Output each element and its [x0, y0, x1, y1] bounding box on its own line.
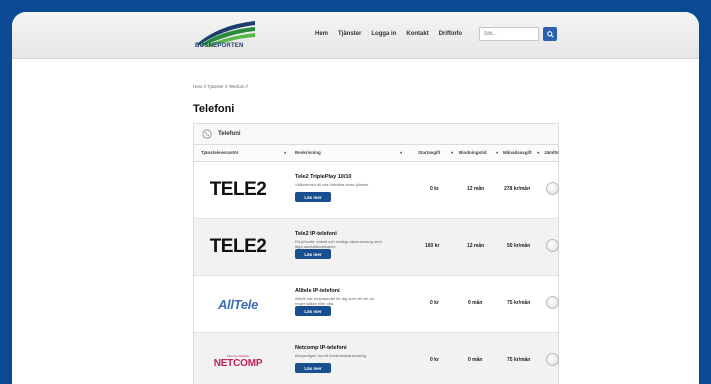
nav-status[interactable]: Driftinfo	[439, 31, 462, 37]
table-row: AllTele Alltele IP-telefoni Alltele har …	[194, 276, 559, 333]
nav-home[interactable]: Hem	[315, 31, 328, 37]
start-fee: 0 kr	[430, 186, 439, 192]
binding-time: 12 mån	[467, 243, 485, 249]
compare-radio[interactable]	[546, 182, 559, 195]
col-binding[interactable]: Bindningstid	[459, 150, 487, 155]
col-compare[interactable]: Jämför	[544, 150, 559, 155]
sort-icon[interactable]: ♦	[284, 150, 286, 155]
main-nav: Hem Tjänster Logga in Kontakt Driftinfo	[315, 31, 472, 37]
product-description: Välkommen till oss förbättra stora tjäns…	[295, 182, 369, 187]
monthly-fee: 278 kr/mån	[504, 186, 531, 192]
panel-title: Telefoni	[218, 131, 241, 137]
monthly-fee: 75 kr/mån	[507, 300, 531, 306]
nav-services[interactable]: Tjänster	[338, 31, 361, 37]
col-description[interactable]: Beskrivning	[295, 150, 321, 155]
sort-icon[interactable]: ♦	[537, 150, 539, 155]
page-title: Telefoni	[193, 103, 235, 115]
compare-radio[interactable]	[546, 239, 559, 252]
phone-icon	[202, 129, 212, 139]
sort-icon[interactable]: ♦	[496, 150, 498, 155]
table-row: TELE2 Tele2 IP-telefoni Ett prisvärt, en…	[194, 219, 559, 276]
start-fee: 0 kr	[430, 300, 439, 306]
read-more-button[interactable]: Läs mer	[295, 249, 331, 259]
netcomp-logo-text: NETCOMP	[213, 357, 263, 369]
read-more-button[interactable]: Läs mer	[295, 306, 331, 316]
breadcrumb[interactable]: Hem // Tjänster // Telefoni //	[193, 84, 248, 89]
tele2-logo-text: TELE2	[209, 236, 267, 257]
binding-time: 0 mån	[468, 357, 483, 363]
telefoni-panel: Telefoni Tjänsteleverantör ♦ Beskrivning…	[193, 123, 559, 384]
provider-logo[interactable]: Fiber av Alltäcke NETCOMP	[194, 333, 282, 384]
table-body: TELE2 Tele2 TriplePlay 10/10 Välkommen t…	[194, 162, 559, 384]
monthly-fee: 75 kr/mån	[507, 357, 531, 363]
product-description: Alltele har erbjudandet för dig som vill…	[295, 296, 374, 306]
product-title: Tele2 TriplePlay 10/10	[295, 174, 352, 180]
provider-logo[interactable]: AllTele	[194, 276, 282, 332]
compare-radio[interactable]	[546, 296, 559, 309]
product-description: Bergsvägen via ett bredbandsanslutning	[295, 353, 367, 358]
table-row: TELE2 Tele2 TriplePlay 10/10 Välkommen t…	[194, 162, 559, 219]
alltele-logo-text: AllTele	[217, 296, 259, 312]
read-more-button[interactable]: Läs mer	[295, 192, 331, 202]
provider-logo[interactable]: TELE2	[194, 162, 282, 218]
tele2-logo-text: TELE2	[209, 179, 267, 200]
product-description: Ett prisvärt, enkelt och smidigt abonnem…	[295, 239, 382, 249]
col-start-fee[interactable]: Startavgift	[418, 150, 440, 155]
nav-contact[interactable]: Kontakt	[406, 31, 428, 37]
compare-radio[interactable]	[546, 353, 559, 366]
nav-login[interactable]: Logga in	[371, 31, 396, 37]
product-title: Netcomp IP-telefoni	[295, 345, 347, 351]
product-title: Tele2 IP-telefoni	[295, 231, 337, 237]
col-monthly[interactable]: Månadsavgift	[503, 150, 532, 155]
search-button[interactable]	[543, 27, 557, 41]
search-icon	[546, 30, 554, 38]
col-provider[interactable]: Tjänsteleverantör	[201, 150, 239, 155]
sort-icon[interactable]: ♦	[451, 150, 453, 155]
table-header: Tjänsteleverantör ♦ Beskrivning ♦ Starta…	[194, 145, 559, 162]
binding-time: 0 mån	[468, 300, 483, 306]
sort-icon[interactable]: ♦	[400, 150, 402, 155]
binding-time: 12 mån	[467, 186, 485, 192]
panel-header: Telefoni	[194, 124, 558, 145]
search-input[interactable]	[479, 27, 539, 41]
start-fee: 0 kr	[430, 357, 439, 363]
logo-text: BOSNEPORTEN	[195, 43, 244, 49]
provider-logo[interactable]: TELE2	[194, 219, 282, 275]
browser-page: BOSNEPORTEN Hem Tjänster Logga in Kontak…	[12, 12, 699, 384]
product-title: Alltele IP-telefoni	[295, 288, 340, 294]
table-row: Fiber av Alltäcke NETCOMP Netcomp IP-tel…	[194, 333, 559, 384]
site-header: BOSNEPORTEN Hem Tjänster Logga in Kontak…	[12, 12, 699, 59]
start-fee: 160 kr	[425, 243, 440, 249]
monthly-fee: 50 kr/mån	[507, 243, 531, 249]
